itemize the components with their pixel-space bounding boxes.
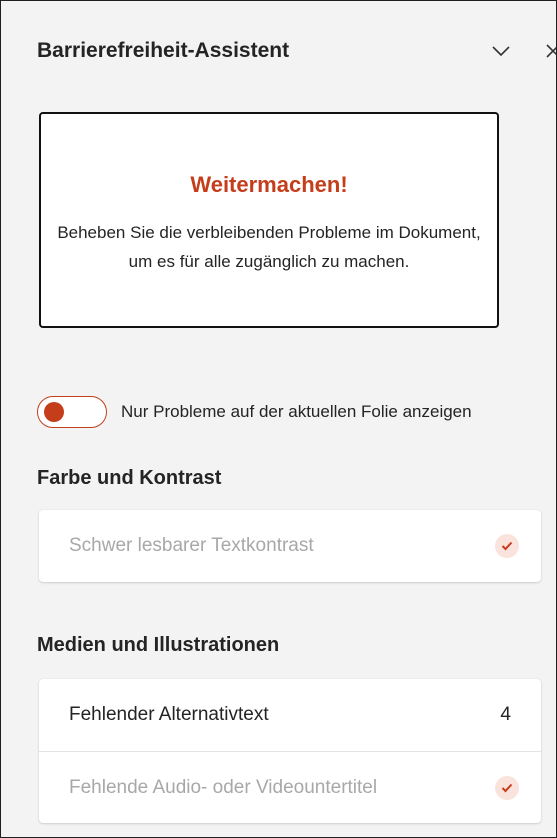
toggle-label: Nur Probleme auf der aktuellen Folie anz… bbox=[121, 402, 472, 421]
accessibility-assistant-pane: Barrierefreiheit-Assistent Weitermachen!… bbox=[0, 0, 557, 838]
status-description: Beheben Sie die verbleibenden Probleme i… bbox=[57, 223, 481, 271]
pane-options-button[interactable] bbox=[481, 31, 521, 71]
check-icon bbox=[495, 534, 519, 558]
toggle-knob bbox=[44, 402, 64, 422]
status-card: Weitermachen! Beheben Sie die verbleiben… bbox=[39, 112, 499, 328]
section-title-color-contrast: Farbe und Kontrast bbox=[37, 467, 222, 489]
chevron-down-icon bbox=[492, 46, 510, 57]
section-title-media-illustrations: Medien und Illustrationen bbox=[37, 634, 280, 656]
close-pane-button[interactable] bbox=[533, 31, 556, 71]
issue-count: 4 bbox=[500, 704, 511, 725]
section-card-media-illustrations: Fehlender Alternativtext 4 Fehlende Audi… bbox=[39, 679, 541, 823]
status-heading: Weitermachen! bbox=[190, 172, 348, 197]
issue-row-missing-captions[interactable]: Fehlende Audio- oder Videountertitel bbox=[39, 751, 541, 823]
issue-label: Schwer lesbarer Textkontrast bbox=[69, 535, 314, 556]
section-card-color-contrast: Schwer lesbarer Textkontrast bbox=[39, 510, 541, 582]
current-slide-filter: Nur Probleme auf der aktuellen Folie anz… bbox=[37, 395, 472, 429]
close-icon bbox=[546, 44, 556, 58]
check-icon bbox=[495, 775, 519, 800]
current-slide-toggle[interactable] bbox=[37, 396, 107, 428]
issue-label: Fehlende Audio- oder Videountertitel bbox=[69, 776, 378, 798]
issue-label: Fehlender Alternativtext bbox=[69, 704, 269, 725]
issue-row-missing-alt-text[interactable]: Fehlender Alternativtext 4 bbox=[39, 679, 541, 751]
issue-row-text-contrast[interactable]: Schwer lesbarer Textkontrast bbox=[39, 510, 541, 582]
pane-title: Barrierefreiheit-Assistent bbox=[37, 39, 290, 62]
pane-header: Barrierefreiheit-Assistent bbox=[1, 1, 556, 96]
